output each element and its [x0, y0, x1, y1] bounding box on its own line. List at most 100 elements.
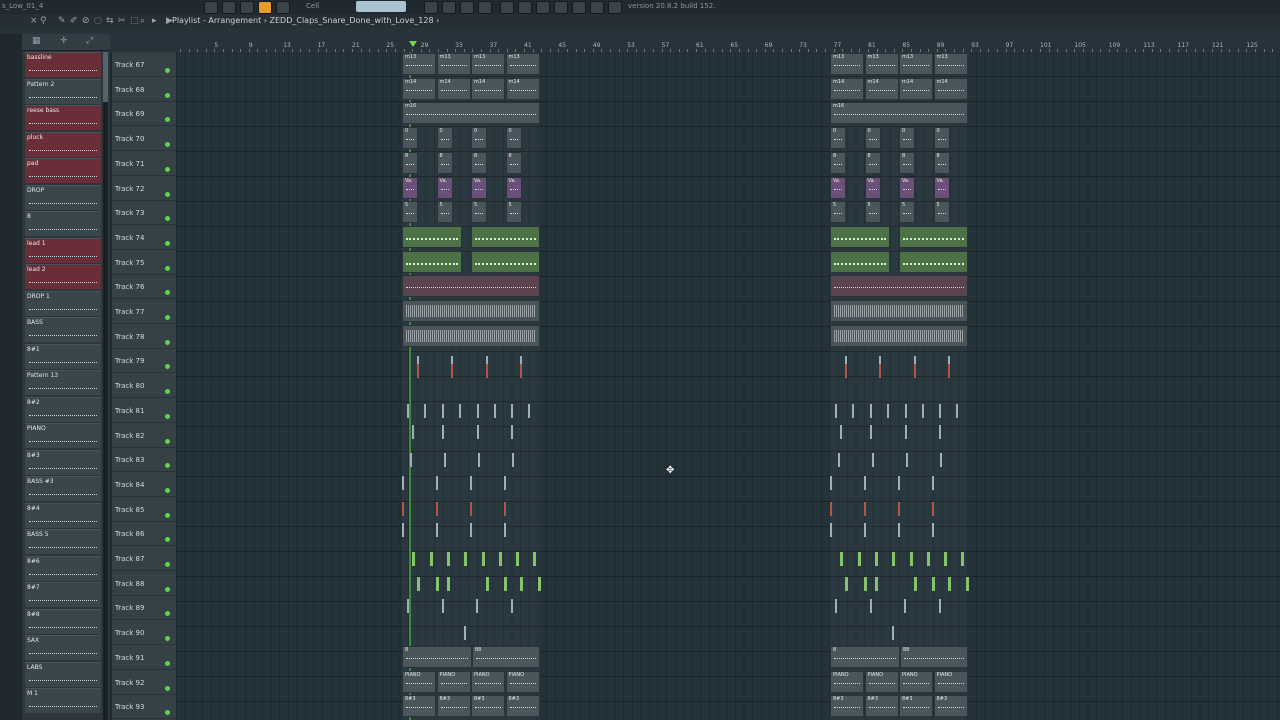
track-enable-led[interactable]	[165, 438, 170, 444]
clip-marker[interactable]	[898, 523, 900, 538]
clip-marker[interactable]	[402, 475, 404, 490]
pattern-item[interactable]: DROP 1	[25, 290, 101, 316]
track-header[interactable]: Track 84	[112, 472, 176, 497]
clip-marker[interactable]	[905, 403, 907, 418]
clip-marker[interactable]	[447, 576, 450, 591]
tool-button[interactable]	[536, 1, 550, 14]
pattern-item[interactable]: 8#7	[25, 582, 101, 607]
playlist-clip[interactable]: 8#3	[402, 695, 436, 718]
playlist-clip[interactable]: 5	[436, 201, 453, 224]
clip-marker[interactable]	[939, 403, 941, 418]
pattern-item[interactable]: 8#8	[25, 608, 101, 634]
playback-icon[interactable]: ▸	[152, 16, 157, 26]
clip-marker[interactable]	[906, 453, 908, 468]
track-enable-led[interactable]	[165, 611, 170, 617]
pattern-item[interactable]: lead 1	[25, 237, 101, 263]
clip-marker[interactable]	[486, 576, 489, 591]
clip-marker[interactable]	[864, 501, 866, 516]
track-header[interactable]: Track 78	[112, 324, 176, 349]
playlist-clip[interactable]: 5	[899, 201, 915, 224]
clip-marker[interactable]	[845, 576, 848, 591]
clip-marker[interactable]	[442, 599, 444, 614]
clip-marker[interactable]	[948, 364, 950, 379]
clip-marker[interactable]	[932, 576, 935, 591]
piano-icon[interactable]: ▦	[32, 36, 41, 46]
clip-marker[interactable]	[486, 364, 488, 379]
clip-marker[interactable]	[464, 552, 467, 566]
playlist-clip[interactable]: m16	[830, 102, 968, 125]
clip-marker[interactable]	[840, 552, 843, 566]
playlist-clip[interactable]: PIANO	[899, 670, 933, 693]
clip-marker[interactable]	[436, 475, 438, 490]
slice-icon[interactable]: ✂	[118, 16, 126, 26]
track-header[interactable]: Track 81	[112, 398, 176, 423]
playlist-clip[interactable]: 0	[933, 127, 950, 150]
plus-icon[interactable]: ✛	[60, 36, 68, 46]
playlist-clip[interactable]: PIANO	[436, 670, 471, 693]
clip-marker[interactable]	[412, 552, 415, 566]
track-enable-led[interactable]	[165, 710, 170, 716]
track-enable-led[interactable]	[165, 512, 170, 518]
pattern-item[interactable]: Pattern 13	[25, 370, 101, 395]
track-enable-led[interactable]	[165, 240, 170, 246]
playlist-clip[interactable]: 8	[864, 151, 881, 174]
clip-marker[interactable]	[442, 403, 444, 418]
clip-marker[interactable]	[864, 475, 866, 490]
mute-icon[interactable]: ◌	[94, 16, 102, 26]
playlist-clip[interactable]: 8#3	[899, 695, 933, 718]
clip-marker[interactable]	[830, 501, 832, 516]
playlist-clip[interactable]: 0	[402, 127, 418, 150]
track-enable-led[interactable]	[165, 660, 170, 666]
playlist-clip[interactable]: m14	[864, 77, 899, 100]
playlist-clip[interactable]: 0	[505, 127, 522, 150]
clip-marker[interactable]	[511, 424, 513, 439]
pattern-item[interactable]: LABS	[25, 661, 101, 687]
clip-marker[interactable]	[910, 552, 913, 566]
delete-icon[interactable]: ⊘	[82, 16, 90, 26]
clip-marker[interactable]	[904, 599, 906, 614]
track-header[interactable]: Track 79	[112, 348, 176, 374]
tool-button[interactable]	[554, 1, 568, 14]
clip-marker[interactable]	[944, 552, 947, 566]
track-header[interactable]: Track 89	[112, 595, 176, 621]
pattern-item[interactable]: SAX	[25, 635, 101, 660]
clip-marker[interactable]	[459, 403, 461, 418]
zoom-icon[interactable]: ⌕	[140, 16, 145, 26]
clip-marker[interactable]	[932, 523, 934, 538]
track-enable-led[interactable]	[165, 586, 170, 592]
playlist-clip[interactable]: 88	[900, 645, 968, 668]
playlist-clip[interactable]: 5	[864, 201, 881, 224]
tool-button[interactable]	[424, 1, 438, 14]
picker-scrollbar[interactable]	[103, 52, 108, 720]
clip-marker[interactable]	[870, 403, 872, 418]
clip-marker[interactable]	[927, 552, 930, 566]
playlist-clip[interactable]: Va.	[402, 176, 418, 199]
track-header[interactable]: Track 74	[112, 225, 176, 250]
track-enable-led[interactable]	[165, 68, 170, 73]
clip-marker[interactable]	[956, 403, 958, 418]
clip-marker[interactable]	[511, 403, 513, 418]
playlist-clip[interactable]: m13	[402, 53, 436, 75]
tool-button[interactable]	[258, 1, 272, 14]
playlist-clip[interactable]: m14	[505, 77, 540, 100]
clip-marker[interactable]	[402, 501, 404, 516]
clip-marker[interactable]	[470, 501, 472, 516]
playlist-clip[interactable]: PIANO	[830, 670, 864, 693]
playlist-clip[interactable]: 5	[402, 201, 418, 224]
tool-button[interactable]	[590, 1, 604, 14]
clip-marker[interactable]	[932, 501, 934, 516]
clip-marker[interactable]	[511, 599, 513, 614]
playlist-clip[interactable]: m14	[436, 77, 471, 100]
track-enable-led[interactable]	[165, 117, 170, 123]
playlist-clip[interactable]: Va.	[436, 176, 453, 199]
pattern-item[interactable]: 8	[25, 211, 101, 236]
playlist-clip[interactable]: PIANO	[864, 670, 899, 693]
clip-marker[interactable]	[436, 523, 438, 538]
playlist-clip[interactable]	[471, 250, 540, 273]
playlist-clip[interactable]	[471, 225, 540, 248]
playlist-clip[interactable]: m16	[402, 102, 540, 125]
playlist-clip[interactable]: 8	[933, 151, 950, 174]
tool-button[interactable]	[222, 1, 236, 14]
pattern-item[interactable]: 8#1	[25, 343, 101, 369]
clip-marker[interactable]	[504, 523, 506, 538]
